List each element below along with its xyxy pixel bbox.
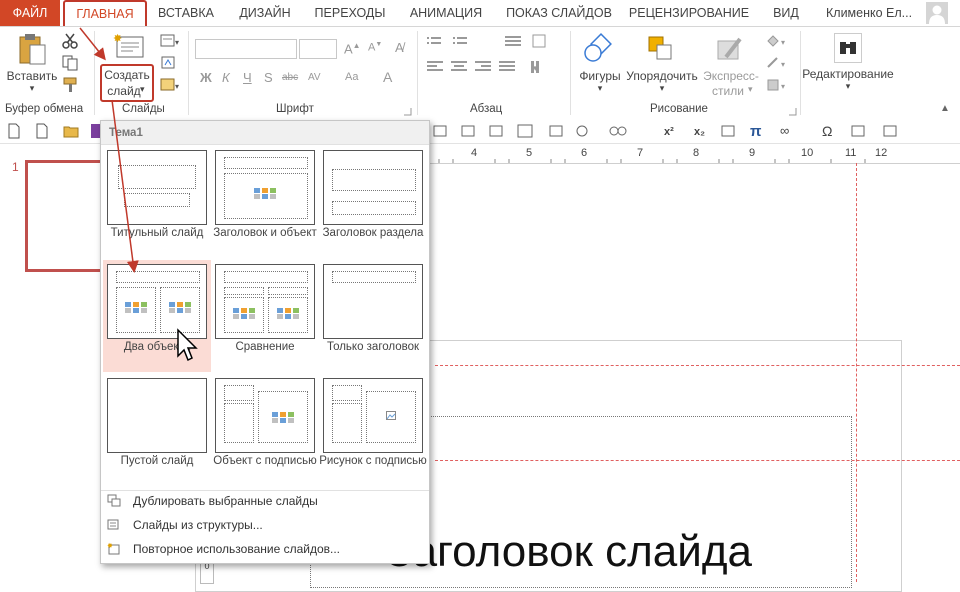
annotation-arrows [79, 27, 139, 273]
mouse-cursor-icon [177, 328, 198, 362]
